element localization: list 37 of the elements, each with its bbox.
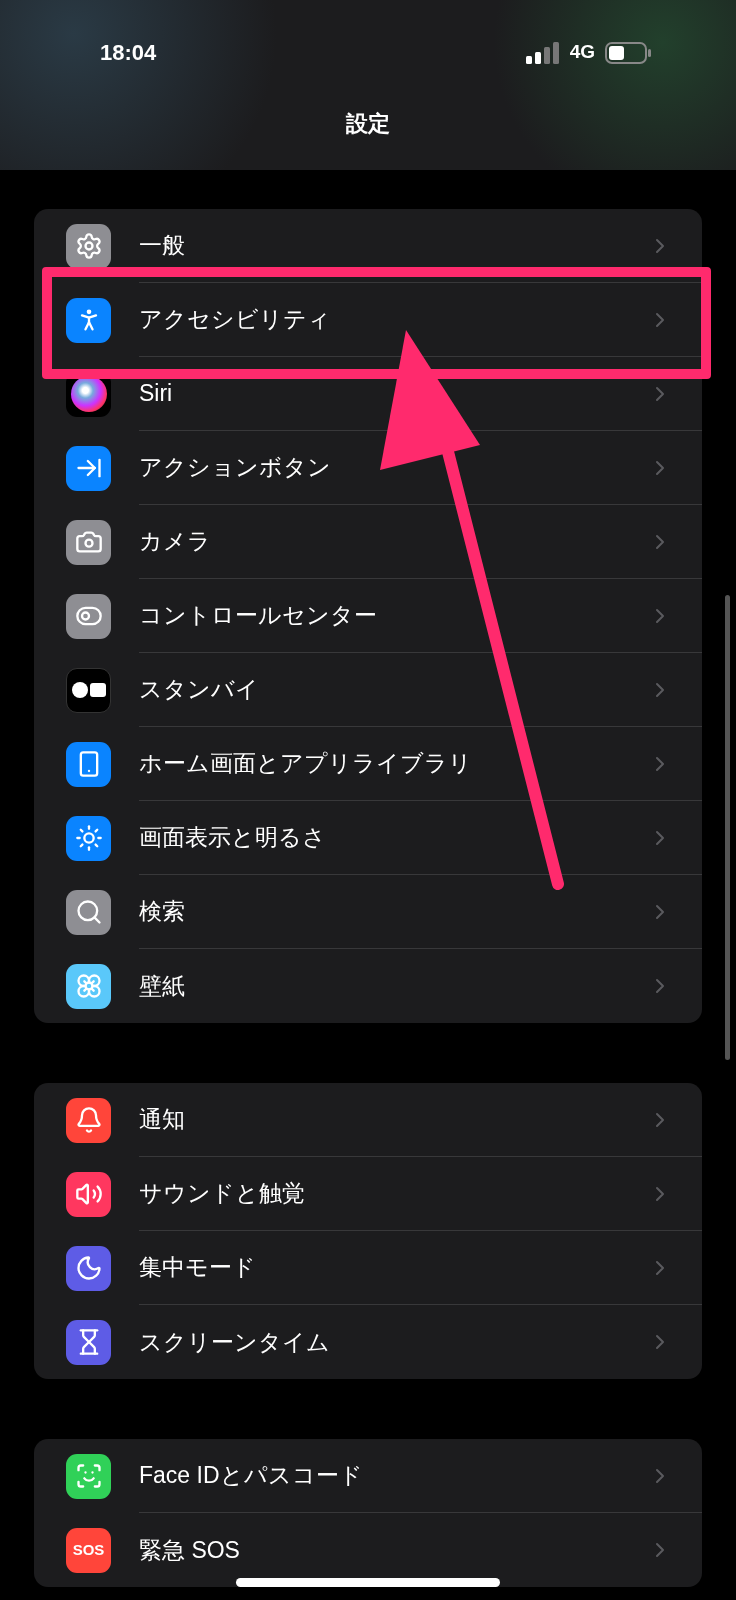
settings-row[interactable]: 集中モード (34, 1231, 702, 1305)
row-label: スクリーンタイム (139, 1327, 331, 1357)
signal-icon (525, 41, 560, 64)
row-label: 検索 (139, 897, 186, 927)
row-label: 集中モード (139, 1253, 257, 1283)
row-label: スタンバイ (139, 675, 260, 705)
settings-row[interactable]: 検索 (34, 875, 702, 949)
settings-row[interactable]: スタンバイ (34, 653, 702, 727)
row-label: 画面表示と明るさ (139, 823, 327, 853)
row-label: アクションボタン (139, 453, 332, 483)
settings-row[interactable]: 画面表示と明るさ (34, 801, 702, 875)
row-label: サウンドと触覚 (139, 1179, 306, 1209)
battery-icon (605, 41, 651, 64)
row-label: 一般 (139, 231, 186, 261)
row-label: Siri (139, 379, 174, 409)
settings-row[interactable]: カメラ (34, 505, 702, 579)
settings-row[interactable]: 壁紙 (34, 949, 702, 1023)
settings-row[interactable]: サウンドと触覚 (34, 1157, 702, 1231)
sos-icon: SOS (66, 1527, 111, 1573)
settings-row[interactable]: 通知 (34, 1083, 702, 1157)
row-label: ホーム画面とアプリライブラリ (139, 749, 473, 779)
status-time: 18:04 (100, 39, 157, 67)
row-label: 緊急 SOS (139, 1535, 241, 1565)
settings-row[interactable]: 一般 (34, 209, 702, 283)
row-label: 通知 (139, 1105, 186, 1135)
settings-row[interactable]: コントロールセンター (34, 579, 702, 653)
page-title: 設定 (345, 110, 391, 138)
settings-row[interactable]: Face IDとパスコード (34, 1439, 702, 1513)
row-label: 壁紙 (139, 971, 186, 1001)
settings-row[interactable]: ホーム画面とアプリライブラリ (34, 727, 702, 801)
settings-row[interactable]: SOS 緊急 SOS (34, 1513, 702, 1587)
row-label: カメラ (139, 527, 212, 557)
row-label: コントロールセンター (139, 601, 378, 631)
row-label: アクセシビリティ (139, 305, 332, 335)
row-label: Face IDとパスコード (139, 1461, 364, 1491)
network-label: 4G (569, 40, 595, 65)
settings-row[interactable]: スクリーンタイム (34, 1305, 702, 1379)
